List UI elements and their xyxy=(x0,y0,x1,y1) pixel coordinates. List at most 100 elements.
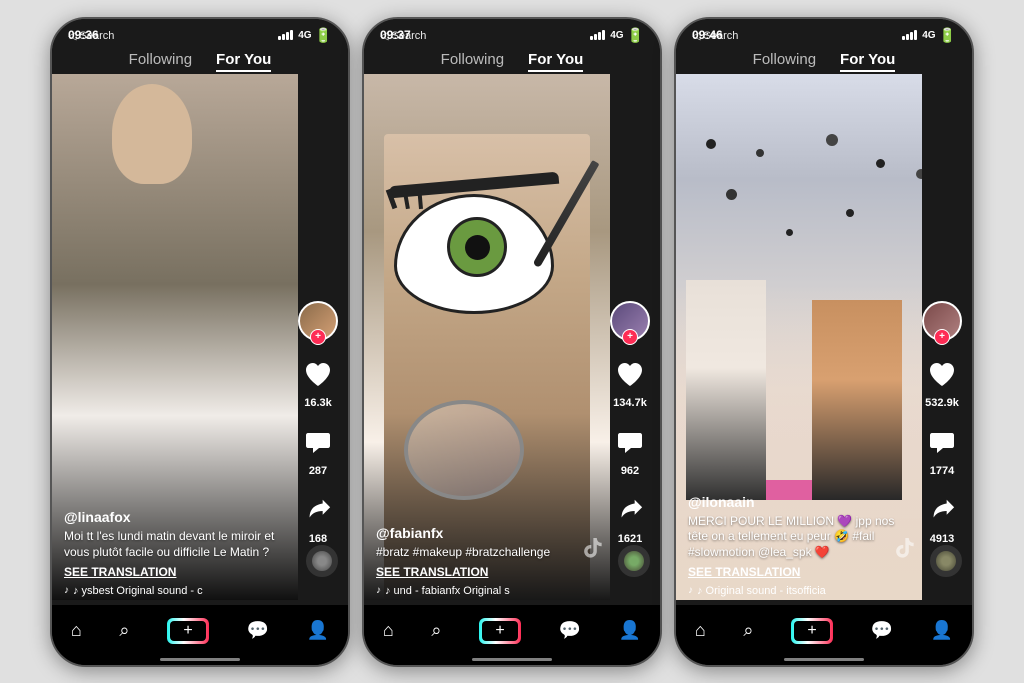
profile-icon-1: 👤 xyxy=(307,620,329,641)
username-1[interactable]: @linaafox xyxy=(64,509,293,525)
follow-plus-1[interactable]: + xyxy=(310,329,326,345)
search-label-1: ◁ Search xyxy=(68,29,114,42)
sound-text-3: ♪ Original sound - itsofficia xyxy=(697,585,826,597)
tab-foryou-1[interactable]: For You xyxy=(216,51,271,72)
nav-add-3[interactable]: + xyxy=(791,618,833,644)
see-translation-3[interactable]: SEE TRANSLATION xyxy=(688,565,917,579)
see-translation-1[interactable]: SEE TRANSLATION xyxy=(64,565,293,579)
phone-2-screen: 09:37 4G 🔋 ◁ Search Followi xyxy=(364,19,660,665)
side-actions-2: + 134.7k 962 xyxy=(610,301,650,545)
music-disc-1 xyxy=(306,545,338,577)
follow-plus-3[interactable]: + xyxy=(934,329,950,345)
bottom-nav-2: ⌂ ⌕ + 💬 👤 xyxy=(364,605,660,665)
nav-home-2[interactable]: ⌂ xyxy=(383,620,394,641)
comment-icon-2[interactable] xyxy=(610,423,650,463)
nav-add-1[interactable]: + xyxy=(167,618,209,644)
follow-plus-2[interactable]: + xyxy=(622,329,638,345)
confetti xyxy=(676,129,922,329)
like-icon-1[interactable] xyxy=(298,355,338,395)
status-icons-2: 4G 🔋 xyxy=(590,27,644,44)
add-button-1[interactable]: + xyxy=(167,618,209,644)
comment-action-1[interactable]: 287 xyxy=(298,423,338,477)
comment-svg-2 xyxy=(615,428,645,458)
nav-inbox-2[interactable]: 💬 xyxy=(559,620,581,641)
search-hint-1[interactable]: ◁ Search xyxy=(68,29,114,42)
nav-search-3[interactable]: ⌕ xyxy=(743,620,753,641)
nav-profile-1[interactable]: 👤 xyxy=(307,620,329,641)
add-button-2[interactable]: + xyxy=(479,618,521,644)
nav-search-2[interactable]: ⌕ xyxy=(431,620,441,641)
comment-action-3[interactable]: 1774 xyxy=(922,423,962,477)
tab-foryou-2[interactable]: For You xyxy=(528,51,583,72)
heart-svg-1 xyxy=(303,360,333,390)
pupil xyxy=(465,235,490,260)
music-note-3: ♪ xyxy=(688,585,693,596)
sound-info-1[interactable]: ♪ ♪ ysbest Original sound - c xyxy=(64,585,293,597)
see-translation-2[interactable]: SEE TRANSLATION xyxy=(376,565,605,579)
music-disc-3 xyxy=(930,545,962,577)
sound-info-2[interactable]: ♪ ♪ und - fabianfx Original s xyxy=(376,585,605,597)
nav-tabs-3: Following For You xyxy=(676,51,972,72)
bottom-nav-3: ⌂ ⌕ + 💬 👤 xyxy=(676,605,972,665)
profile-icon-2: 👤 xyxy=(619,620,641,641)
share-action-1[interactable]: 168 xyxy=(298,491,338,545)
nav-inbox-3[interactable]: 💬 xyxy=(871,620,893,641)
share-action-2[interactable]: 1621 xyxy=(610,491,650,545)
add-button-3[interactable]: + xyxy=(791,618,833,644)
share-count-1: 168 xyxy=(309,533,327,545)
search-hint-3[interactable]: ◁ Search xyxy=(692,29,738,42)
sound-text-2: ♪ und - fabianfx Original s xyxy=(385,585,510,597)
avatar-container-2: + xyxy=(610,301,650,341)
nav-tabs-2: Following For You xyxy=(364,51,660,72)
like-icon-3[interactable] xyxy=(922,355,962,395)
nav-profile-3[interactable]: 👤 xyxy=(931,620,953,641)
search-label-2: ◁ Search xyxy=(380,29,426,42)
like-action-3[interactable]: 532.9k xyxy=(922,355,962,409)
iris xyxy=(447,217,507,277)
phone-2: 09:37 4G 🔋 ◁ Search Followi xyxy=(362,17,662,667)
signal-bar-3 xyxy=(286,32,289,40)
comment-svg-3 xyxy=(927,428,957,458)
home-indicator-2 xyxy=(472,658,552,661)
tab-following-3[interactable]: Following xyxy=(753,51,816,72)
search-nav-icon-3: ⌕ xyxy=(743,620,753,641)
like-icon-2[interactable] xyxy=(610,355,650,395)
nav-tabs-1: Following For You xyxy=(52,51,348,72)
phone-1: 09:36 4G 🔋 ◁ Search Followi xyxy=(50,17,350,667)
like-action-2[interactable]: 134.7k xyxy=(610,355,650,409)
signal-bars-1 xyxy=(278,30,293,40)
nav-profile-2[interactable]: 👤 xyxy=(619,620,641,641)
comment-icon-3[interactable] xyxy=(922,423,962,463)
share-icon-3[interactable] xyxy=(922,491,962,531)
tab-following-1[interactable]: Following xyxy=(129,51,192,72)
nav-home-3[interactable]: ⌂ xyxy=(695,620,706,641)
signal-bars-3 xyxy=(902,30,917,40)
share-svg-2 xyxy=(616,497,644,525)
sound-info-3[interactable]: ♪ ♪ Original sound - itsofficia xyxy=(688,585,917,597)
like-count-2: 134.7k xyxy=(613,397,647,409)
comment-icon-1[interactable] xyxy=(298,423,338,463)
battery-icon-3: 🔋 xyxy=(939,27,956,44)
home-icon-2: ⌂ xyxy=(383,620,394,641)
avatar-container-1: + xyxy=(298,301,338,341)
video-background-2 xyxy=(364,74,610,600)
nav-search-1[interactable]: ⌕ xyxy=(119,620,129,641)
username-2[interactable]: @fabianfx xyxy=(376,525,605,541)
nav-inbox-1[interactable]: 💬 xyxy=(247,620,269,641)
username-3[interactable]: @ilonaain xyxy=(688,494,917,510)
caption-1: Moi tt l'es lundi matin devant le miroir… xyxy=(64,529,293,560)
add-plus-inner-3: + xyxy=(794,621,830,641)
share-icon-1[interactable] xyxy=(298,491,338,531)
like-action-1[interactable]: 16.3k xyxy=(298,355,338,409)
nav-add-2[interactable]: + xyxy=(479,618,521,644)
tab-following-2[interactable]: Following xyxy=(441,51,504,72)
comment-action-2[interactable]: 962 xyxy=(610,423,650,477)
network-label-3: 4G xyxy=(922,30,935,41)
inbox-icon-2: 💬 xyxy=(559,620,581,641)
search-hint-2[interactable]: ◁ Search xyxy=(380,29,426,42)
tab-foryou-3[interactable]: For You xyxy=(840,51,895,72)
share-icon-2[interactable] xyxy=(610,491,650,531)
nav-home-1[interactable]: ⌂ xyxy=(71,620,82,641)
comment-count-1: 287 xyxy=(309,465,327,477)
share-action-3[interactable]: 4913 xyxy=(922,491,962,545)
